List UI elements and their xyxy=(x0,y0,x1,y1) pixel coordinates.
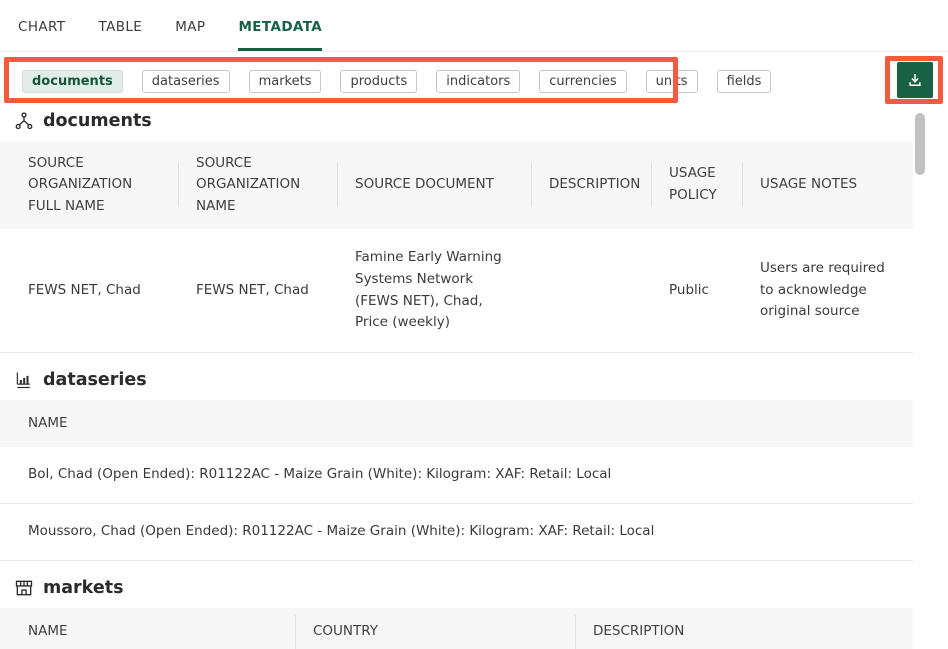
column-header: DESCRIPTION xyxy=(575,608,913,649)
table-cell: Users are required to acknowledge origin… xyxy=(742,229,913,352)
section-markets: markets NAME COUNTRY DESCRIPTION xyxy=(0,561,913,649)
documents-table-row: FEWS NET, Chad FEWS NET, Chad Famine Ear… xyxy=(0,229,913,353)
table-cell xyxy=(531,229,651,352)
tab-table[interactable]: TABLE xyxy=(98,5,142,51)
download-icon xyxy=(906,71,924,89)
hub-icon xyxy=(14,111,34,131)
section-dataseries: dataseries NAME Bol, Chad (Open Ended): … xyxy=(0,353,913,561)
column-header: COUNTRY xyxy=(295,608,575,649)
pill-products[interactable]: products xyxy=(340,70,417,93)
dataseries-table-header: NAME xyxy=(0,400,913,447)
column-header: SOURCE ORGANIZATION FULL NAME xyxy=(0,141,178,229)
pill-units[interactable]: units xyxy=(646,70,698,93)
pill-dataseries[interactable]: dataseries xyxy=(142,70,230,93)
table-cell: Moussoro, Chad (Open Ended): R01122AC - … xyxy=(0,504,913,560)
dataseries-table-row: Bol, Chad (Open Ended): R01122AC - Maize… xyxy=(0,447,913,504)
table-cell: Bol, Chad (Open Ended): R01122AC - Maize… xyxy=(0,447,913,503)
column-header: USAGE NOTES xyxy=(742,141,913,229)
pill-markets[interactable]: markets xyxy=(249,70,322,93)
metadata-page: CHART TABLE MAP METADATA documents datas… xyxy=(0,0,948,649)
category-pills-row: documents dataseries markets products in… xyxy=(22,68,948,94)
section-title: markets xyxy=(43,578,124,598)
table-cell: FEWS NET, Chad xyxy=(178,229,337,352)
pill-fields[interactable]: fields xyxy=(717,70,772,93)
section-documents: documents SOURCE ORGANIZATION FULL NAME … xyxy=(0,94,913,353)
section-title: dataseries xyxy=(43,370,147,390)
markets-table-header: NAME COUNTRY DESCRIPTION xyxy=(0,608,913,649)
tab-bar: CHART TABLE MAP METADATA xyxy=(0,0,948,52)
column-header: SOURCE DOCUMENT xyxy=(337,141,531,229)
section-title: documents xyxy=(43,111,152,131)
column-header: SOURCE ORGANIZATION NAME xyxy=(178,141,337,229)
scrollbar[interactable] xyxy=(915,108,925,649)
dataseries-table-row: Moussoro, Chad (Open Ended): R01122AC - … xyxy=(0,504,913,561)
table-cell: Public xyxy=(651,229,742,352)
column-header: NAME xyxy=(0,608,295,649)
pill-currencies[interactable]: currencies xyxy=(539,70,626,93)
metadata-content: documents SOURCE ORGANIZATION FULL NAME … xyxy=(0,94,913,649)
column-header: DESCRIPTION xyxy=(531,141,651,229)
table-cell: FEWS NET, Chad xyxy=(0,229,178,352)
download-button[interactable] xyxy=(897,62,933,98)
column-header: USAGE POLICY xyxy=(651,141,742,229)
storefront-icon xyxy=(14,578,34,598)
tab-chart[interactable]: CHART xyxy=(18,5,65,51)
pill-indicators[interactable]: indicators xyxy=(436,70,520,93)
documents-table-header: SOURCE ORGANIZATION FULL NAME SOURCE ORG… xyxy=(0,141,913,229)
column-header: NAME xyxy=(0,400,913,447)
bar-chart-icon xyxy=(14,370,34,390)
pill-documents[interactable]: documents xyxy=(22,70,123,93)
tab-map[interactable]: MAP xyxy=(175,5,205,51)
scrollbar-thumb[interactable] xyxy=(915,113,925,175)
table-cell: Famine Early Warning Systems Network (FE… xyxy=(337,229,531,352)
tab-metadata[interactable]: METADATA xyxy=(238,5,322,51)
